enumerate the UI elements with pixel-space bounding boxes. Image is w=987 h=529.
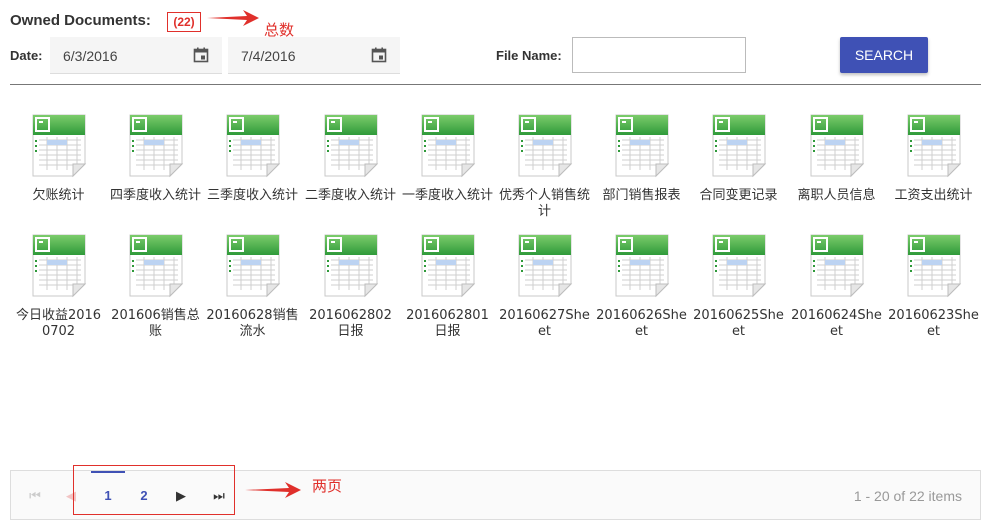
document-item[interactable]: 离职人员信息 xyxy=(788,112,885,204)
annotation-arrow-icon xyxy=(245,482,301,498)
document-name: 一季度收入统计 xyxy=(401,188,493,203)
spreadsheet-file-icon xyxy=(907,234,961,298)
spreadsheet-file-icon xyxy=(810,114,864,178)
document-item[interactable]: 今日收益20160702 xyxy=(10,232,107,340)
spreadsheet-file-icon xyxy=(615,114,669,178)
spreadsheet-file-icon xyxy=(518,234,572,298)
document-name: 优秀个人销售统计 xyxy=(498,188,590,219)
page-title: Owned Documents: xyxy=(10,12,151,29)
date-to-picker[interactable]: 7/4/2016 xyxy=(228,37,400,74)
document-item[interactable]: 合同变更记录 xyxy=(690,112,787,204)
document-name: 四季度收入统计 xyxy=(109,188,201,203)
spreadsheet-file-icon xyxy=(712,234,766,298)
pager-annotation-box xyxy=(73,465,235,515)
date-to-value: 7/4/2016 xyxy=(241,48,296,64)
spreadsheet-file-icon xyxy=(615,234,669,298)
document-name: 20160625Sheet xyxy=(693,308,784,339)
spreadsheet-file-icon xyxy=(324,234,378,298)
document-item[interactable]: 一季度收入统计 xyxy=(399,112,496,204)
first-page-icon[interactable]: ⏮ xyxy=(27,471,43,521)
file-name-input[interactable] xyxy=(572,37,746,73)
document-item[interactable]: 工资支出统计 xyxy=(885,112,982,204)
document-item[interactable]: 20160625Sheet xyxy=(690,232,787,340)
document-item[interactable]: 2016062801日报 xyxy=(399,232,496,340)
document-name: 二季度收入统计 xyxy=(304,188,396,203)
document-item[interactable]: 201606销售总账 xyxy=(107,232,204,340)
spreadsheet-file-icon xyxy=(226,234,280,298)
spreadsheet-file-icon xyxy=(129,114,183,178)
document-name: 三季度收入统计 xyxy=(206,188,298,203)
pager-info: 1 - 20 of 22 items xyxy=(853,488,962,504)
document-count-badge: (22) xyxy=(167,12,201,32)
document-item[interactable]: 三季度收入统计 xyxy=(204,112,301,204)
document-item[interactable]: 20160624Sheet xyxy=(788,232,885,340)
document-name: 20160628销售流水 xyxy=(206,308,299,339)
pager-annotation: 两页 xyxy=(312,477,343,495)
document-name: 20160627Sheet xyxy=(499,308,590,339)
document-item[interactable]: 四季度收入统计 xyxy=(107,112,204,204)
calendar-icon[interactable] xyxy=(193,47,209,63)
spreadsheet-file-icon xyxy=(226,114,280,178)
spreadsheet-file-icon xyxy=(810,234,864,298)
spreadsheet-file-icon xyxy=(32,234,86,298)
document-item[interactable]: 2016062802日报 xyxy=(302,232,399,340)
document-item[interactable]: 部门销售报表 xyxy=(593,112,690,204)
spreadsheet-file-icon xyxy=(129,234,183,298)
document-name: 欠账统计 xyxy=(32,188,85,203)
document-item[interactable]: 20160623Sheet xyxy=(885,232,982,340)
date-from-value: 6/3/2016 xyxy=(63,48,118,64)
document-item[interactable]: 20160627Sheet xyxy=(496,232,593,340)
document-name: 合同变更记录 xyxy=(699,188,778,203)
spreadsheet-file-icon xyxy=(32,114,86,178)
document-name: 2016062801日报 xyxy=(406,308,489,339)
document-name: 201606销售总账 xyxy=(111,308,200,339)
document-name: 部门销售报表 xyxy=(602,188,681,203)
annotation-arrow-icon xyxy=(207,10,259,26)
document-item[interactable]: 20160626Sheet xyxy=(593,232,690,340)
document-name: 离职人员信息 xyxy=(797,188,876,203)
document-name: 工资支出统计 xyxy=(894,188,973,203)
spreadsheet-file-icon xyxy=(712,114,766,178)
spreadsheet-file-icon xyxy=(421,234,475,298)
date-label: Date: xyxy=(10,48,43,63)
search-button[interactable]: SEARCH xyxy=(840,37,928,73)
divider xyxy=(10,84,981,85)
calendar-icon[interactable] xyxy=(371,47,387,63)
document-name: 今日收益20160702 xyxy=(15,308,102,339)
spreadsheet-file-icon xyxy=(421,114,475,178)
date-from-picker[interactable]: 6/3/2016 xyxy=(50,37,222,74)
document-name: 20160623Sheet xyxy=(888,308,979,339)
file-name-label: File Name: xyxy=(496,48,562,63)
document-name: 2016062802日报 xyxy=(309,308,392,339)
document-item[interactable]: 二季度收入统计 xyxy=(302,112,399,204)
document-name: 20160626Sheet xyxy=(596,308,687,339)
spreadsheet-file-icon xyxy=(518,114,572,178)
document-item[interactable]: 欠账统计 xyxy=(10,112,107,204)
document-item[interactable]: 优秀个人销售统计 xyxy=(496,112,593,220)
spreadsheet-file-icon xyxy=(907,114,961,178)
document-item[interactable]: 20160628销售流水 xyxy=(204,232,301,340)
spreadsheet-file-icon xyxy=(324,114,378,178)
document-name: 20160624Sheet xyxy=(791,308,882,339)
